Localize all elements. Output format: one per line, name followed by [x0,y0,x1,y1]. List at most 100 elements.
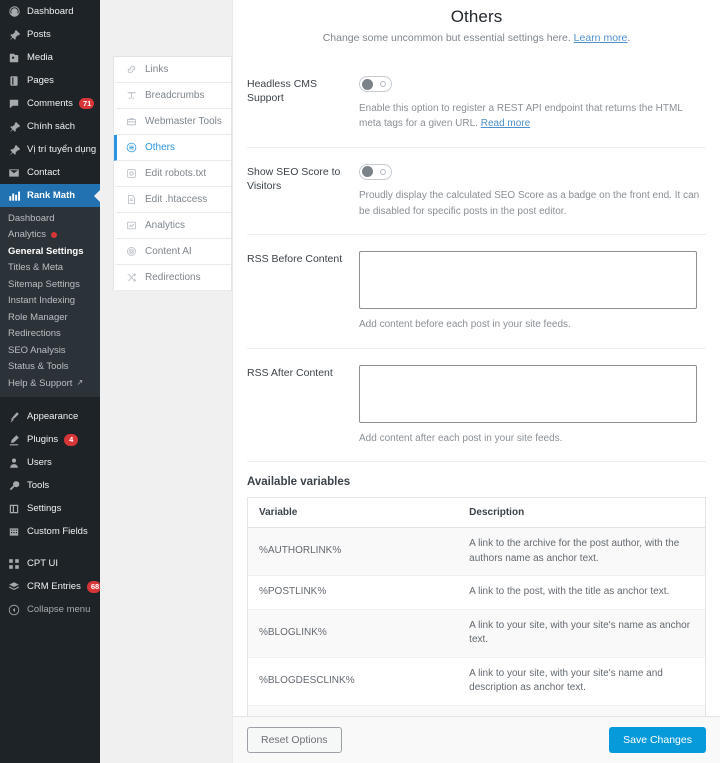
tab-content-ai[interactable]: Content AI [114,239,231,265]
sidebar-item-label: Settings [27,504,61,514]
subtitle-suffix: . [627,32,630,44]
submenu-item-sitemap-settings[interactable]: Sitemap Settings [0,276,100,293]
rss-after-content-input[interactable] [359,365,697,423]
users-icon [7,456,21,470]
sidebar-item-media[interactable]: Media [0,46,100,69]
cell-variable: %FEATUREDIMAGE% [248,705,459,716]
field-help-text: Add content before each post in your sit… [359,317,704,333]
tab-label: Links [145,64,168,75]
cell-variable: %BLOGDESCLINK% [248,657,459,705]
tab-label: Content AI [145,246,192,257]
read-more-link[interactable]: Read more [481,118,530,129]
rank-math-settings-wrap: Links Breadcrumbs Webmaster Tools [100,0,720,763]
sidebar-item-dashboard[interactable]: Dashboard [0,0,100,23]
panel-header: Others Change some uncommon but essentia… [233,0,720,60]
cell-description: A link to the archive for the post autho… [458,528,705,576]
pin-icon [7,28,21,42]
submenu-item-seo-analysis[interactable]: SEO Analysis [0,342,100,359]
available-variables-section: Available variables Variable Description [247,462,706,716]
settings-icon [7,502,21,516]
settings-tabs: Links Breadcrumbs Webmaster Tools [113,56,232,291]
custom-fields-icon [7,525,21,539]
sidebar-item-users[interactable]: Users [0,452,100,475]
brush-icon [7,410,21,424]
sidebar-item-tools[interactable]: Tools [0,475,100,498]
field-label: Show SEO Score to Visitors [247,164,359,220]
dashboard-icon [7,5,21,19]
variables-table-head: Variable Description [248,498,706,528]
analytics-notification-dot [51,232,57,238]
cell-description: A link to your site, with your site's na… [458,609,705,657]
sidebar-item-cpt-ui[interactable]: CPT UI [0,553,100,576]
tab-label: Analytics [145,220,185,231]
field-label: Headless CMS Support [247,76,359,132]
pages-icon [7,74,21,88]
crm-count-badge: 68 [87,581,100,593]
tab-redirections[interactable]: Redirections [114,265,231,291]
sidebar-item-appearance[interactable]: Appearance [0,406,100,429]
cell-variable: %POSTLINK% [248,576,459,610]
sidebar-item-rank-math[interactable]: Rank Math [0,184,100,207]
sidebar-item-posts[interactable]: Posts [0,23,100,46]
sidebar-item-label: Comments [27,99,73,109]
tab-webmaster-tools[interactable]: Webmaster Tools [114,109,231,135]
tab-label: Others [145,142,175,153]
settings-panel: Others Change some uncommon but essentia… [232,0,720,763]
content-ai-icon [125,245,138,258]
submenu-item-general-settings[interactable]: General Settings [0,243,100,260]
sidebar-item-vi-tri-tuyen-dung[interactable]: Vị trí tuyển dụng [0,138,100,161]
sidebar-item-plugins[interactable]: Plugins 4 [0,429,100,452]
sidebar-item-chinh-sach[interactable]: Chính sách [0,115,100,138]
table-row: %BLOGLINK% A link to your site, with you… [248,609,706,657]
submenu-item-titles-meta[interactable]: Titles & Meta [0,260,100,277]
rss-before-content-input[interactable] [359,251,697,309]
submenu-item-redirections[interactable]: Redirections [0,326,100,343]
comments-icon [7,97,21,111]
headless-cms-toggle[interactable] [359,76,392,92]
collapse-menu-button[interactable]: Collapse menu [0,599,100,622]
shuffle-icon [125,271,138,284]
media-icon [7,51,21,65]
sidebar-item-custom-fields[interactable]: Custom Fields [0,521,100,544]
toolbox-icon [125,115,138,128]
submenu-item-instant-indexing[interactable]: Instant Indexing [0,293,100,310]
sidebar-item-label: Tools [27,481,49,491]
save-changes-button[interactable]: Save Changes [609,727,706,753]
variables-table-body: %AUTHORLINK% A link to the archive for t… [248,528,706,717]
sidebar-item-label: CPT UI [27,559,58,569]
robot-icon [125,167,138,180]
sidebar-item-label: Contact [27,168,60,178]
sidebar-item-pages[interactable]: Pages [0,69,100,92]
submenu-label: Analytics [8,230,46,240]
tab-edit-robots-txt[interactable]: Edit robots.txt [114,161,231,187]
submenu-item-dashboard[interactable]: Dashboard [0,210,100,227]
sidebar-item-settings[interactable]: Settings [0,498,100,521]
show-seo-score-toggle[interactable] [359,164,392,180]
pin-icon [7,143,21,157]
page-subtitle-text: Change some uncommon but essential setti… [323,32,571,44]
field-help-text: Enable this option to register a REST AP… [359,101,704,132]
submenu-item-status-tools[interactable]: Status & Tools [0,359,100,376]
submenu-label: Titles & Meta [8,263,63,273]
tab-breadcrumbs[interactable]: Breadcrumbs [114,83,231,109]
sidebar-item-label: Vị trí tuyển dụng [27,145,96,155]
sidebar-item-crm-entries[interactable]: CRM Entries 68 [0,576,100,599]
field-help-text: Add content after each post in your site… [359,431,704,447]
sidebar-item-comments[interactable]: Comments 71 [0,92,100,115]
tab-label: Breadcrumbs [145,90,204,101]
page-subtitle: Change some uncommon but essential setti… [247,32,706,44]
collapse-menu-label: Collapse menu [27,605,90,615]
tab-edit-htaccess[interactable]: Edit .htaccess [114,187,231,213]
tab-analytics[interactable]: Analytics [114,213,231,239]
tab-label: Edit robots.txt [145,168,206,179]
reset-options-button[interactable]: Reset Options [247,727,342,753]
cell-description: A link to your site, with your site's na… [458,657,705,705]
submenu-item-role-manager[interactable]: Role Manager [0,309,100,326]
tab-links[interactable]: Links [114,57,231,83]
learn-more-link[interactable]: Learn more [574,32,628,44]
submenu-item-help-support[interactable]: Help & Support ↗ [0,375,100,392]
submenu-item-analytics[interactable]: Analytics [0,227,100,244]
tab-others[interactable]: Others [114,135,231,161]
field-rss-after-content: RSS After Content Add content after each… [247,349,706,463]
sidebar-item-contact[interactable]: Contact [0,161,100,184]
